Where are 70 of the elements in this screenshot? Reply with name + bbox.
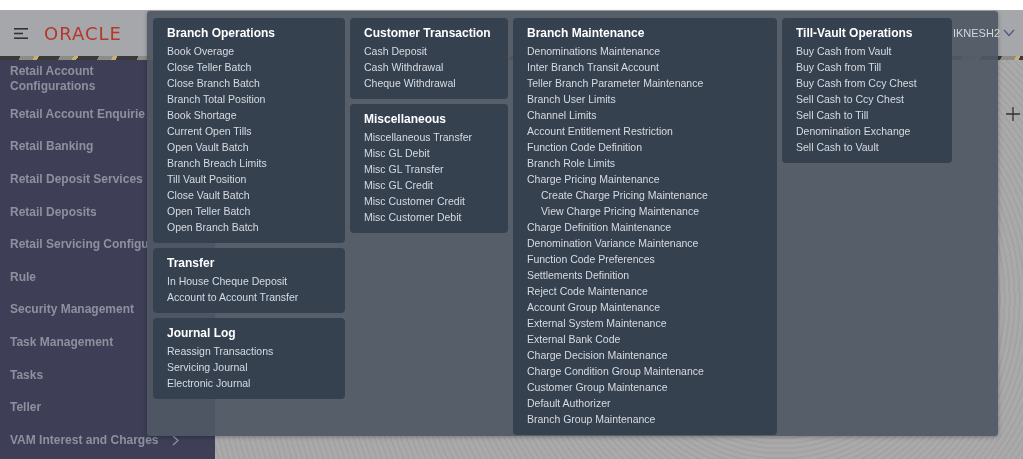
menu-link[interactable]: Close Branch Batch	[167, 75, 260, 91]
menu-link[interactable]: Open Vault Batch	[167, 139, 249, 155]
menu-link[interactable]: Cheque Withdrawal	[364, 75, 456, 91]
group-heading: Transfer	[167, 255, 216, 272]
menu-link[interactable]: Buy Cash from Vault	[796, 43, 892, 59]
menu-link[interactable]: Misc Customer Debit	[364, 209, 462, 225]
menu-link[interactable]: Misc Customer Credit	[364, 193, 465, 209]
logo: ORACLE	[44, 21, 122, 46]
menu-link[interactable]: Denomination Variance Maintenance	[527, 235, 699, 251]
menu-link[interactable]: Function Code Preferences	[527, 251, 655, 267]
group-heading: Till-Vault Operations	[796, 25, 914, 42]
menu-link[interactable]: Open Branch Batch	[167, 219, 259, 235]
menu-link[interactable]: Default Authorizer	[527, 395, 611, 411]
group-heading: Journal Log	[167, 325, 237, 342]
menu-link[interactable]: Branch Total Position	[167, 91, 266, 107]
menu-link[interactable]: Settlements Definition	[527, 267, 630, 283]
menu-link[interactable]: Servicing Journal	[167, 359, 248, 375]
menu-link[interactable]: External System Maintenance	[527, 315, 667, 331]
menu-link[interactable]: Channel Limits	[527, 107, 597, 123]
menu-link[interactable]: Branch Breach Limits	[167, 155, 267, 171]
menu-link[interactable]: Denominations Maintenance	[527, 43, 661, 59]
menu-link[interactable]: Misc GL Debit	[364, 145, 430, 161]
menu-link[interactable]: Teller Branch Parameter Maintenance	[527, 75, 704, 91]
menu-link[interactable]: Close Vault Batch	[167, 187, 250, 203]
menu-link[interactable]: Inter Branch Transit Account	[527, 59, 659, 75]
menu-link[interactable]: Reassign Transactions	[167, 343, 274, 359]
menu-link[interactable]: Account Entitlement Restriction	[527, 123, 673, 139]
menu-link[interactable]: Branch User Limits	[527, 91, 616, 107]
group-heading: Customer Transaction	[364, 25, 492, 42]
menu-link[interactable]: Account to Account Transfer	[167, 289, 299, 305]
menu-link[interactable]: Current Open Tills	[167, 123, 252, 139]
menu-link[interactable]: Branch Role Limits	[527, 155, 616, 171]
menu-link[interactable]: Branch Group Maintenance	[527, 411, 656, 427]
chevron-down-icon	[1003, 29, 1015, 37]
menu-link[interactable]: Electronic Journal	[167, 375, 251, 391]
menu-link[interactable]: Cash Withdrawal	[364, 59, 444, 75]
group-heading: Miscellaneous	[364, 111, 448, 128]
menu-link[interactable]: Misc GL Transfer	[364, 161, 444, 177]
menu-link[interactable]: Close Teller Batch	[167, 59, 252, 75]
menu-link[interactable]: Denomination Exchange	[796, 123, 911, 139]
group-heading: Branch Operations	[167, 25, 277, 42]
menu-link[interactable]: In House Cheque Deposit	[167, 273, 288, 289]
menu-link[interactable]: Sell Cash to Till	[796, 107, 869, 123]
menu-icon[interactable]	[14, 27, 28, 39]
menu-link[interactable]: Open Teller Batch	[167, 203, 251, 219]
menu-link[interactable]: Book Overage	[167, 43, 235, 59]
menu-link[interactable]: Buy Cash from Till	[796, 59, 882, 75]
menu-link[interactable]: Account Group Maintenance	[527, 299, 661, 315]
menu-link[interactable]: Buy Cash from Ccy Chest	[796, 75, 917, 91]
menu-link[interactable]: External Bank Code	[527, 331, 621, 347]
menu-link[interactable]: Miscellaneous Transfer	[364, 129, 472, 145]
menu-link[interactable]: Customer Group Maintenance	[527, 379, 668, 395]
add-icon[interactable]	[1006, 107, 1020, 121]
menu-link[interactable]: View Charge Pricing Maintenance	[541, 203, 699, 219]
menu-link[interactable]: Create Charge Pricing Maintenance	[541, 187, 708, 203]
menu-link[interactable]: Book Shortage	[167, 107, 237, 123]
user-menu[interactable]: IKNESH2	[952, 24, 1015, 42]
menu-link[interactable]: Reject Code Maintenance	[527, 283, 648, 299]
menu-link[interactable]: Function Code Definition	[527, 139, 642, 155]
menu-link[interactable]: Misc GL Credit	[364, 177, 434, 193]
menu-link[interactable]: Till Vault Position	[167, 171, 247, 187]
group-heading: Branch Maintenance	[527, 25, 646, 42]
menu-link[interactable]: Charge Pricing Maintenance	[527, 171, 660, 187]
chevron-right-icon	[172, 434, 180, 446]
menu-link[interactable]: Charge Definition Maintenance	[527, 219, 672, 235]
menu-link[interactable]: Sell Cash to Ccy Chest	[796, 91, 904, 107]
menu-link[interactable]: Cash Deposit	[364, 43, 428, 59]
menu-link[interactable]: Charge Condition Group Maintenance	[527, 363, 704, 379]
menu-link[interactable]: Sell Cash to Vault	[796, 139, 879, 155]
menu-link[interactable]: Charge Decision Maintenance	[527, 347, 668, 363]
